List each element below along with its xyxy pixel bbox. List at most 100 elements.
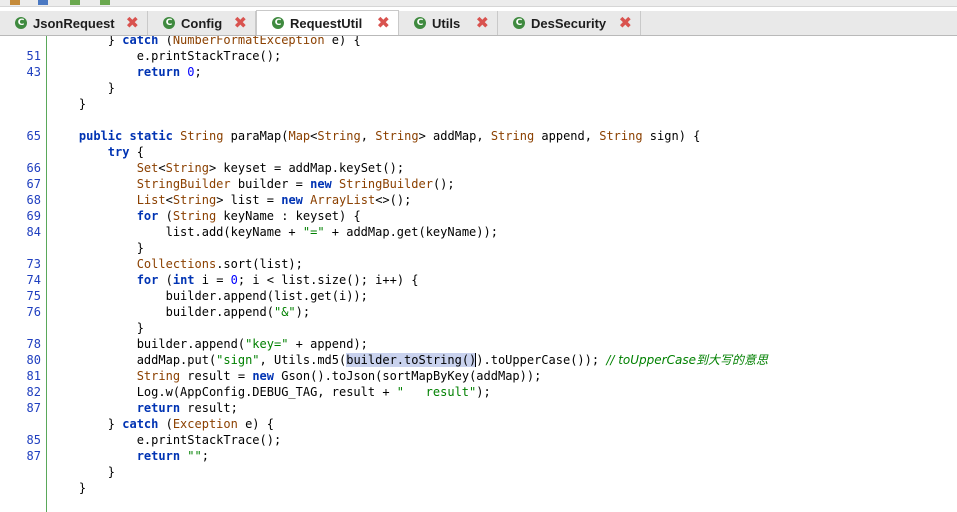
class-icon: C [163,17,175,29]
line-number: 82 [26,385,41,399]
code-editor[interactable]: } catch (NumberFormatException e) {51 e.… [0,36,957,512]
code-text[interactable]: builder.append(list.get(i)); [50,288,368,304]
line-number: 87 [26,449,41,463]
class-icon: C [414,17,426,29]
close-icon[interactable]: ✖ [619,15,632,31]
line-number: 74 [26,273,41,287]
code-text[interactable]: StringBuilder builder = new StringBuilde… [50,176,455,192]
code-line[interactable]: 43 return 0; [0,64,957,80]
code-line[interactable]: 66 Set<String> keyset = addMap.keySet(); [0,160,957,176]
code-line[interactable]: } catch (NumberFormatException e) { [0,36,957,48]
line-number: 67 [26,177,41,191]
code-text[interactable]: } [50,240,144,256]
line-number: 75 [26,289,41,303]
code-text[interactable]: e.printStackTrace(); [50,48,282,64]
code-text[interactable]: return result; [50,400,238,416]
code-line[interactable]: 76 builder.append("&"); [0,304,957,320]
line-number: 65 [26,129,41,143]
code-line[interactable]: 78 builder.append("key=" + append); [0,336,957,352]
code-text[interactable]: return ""; [50,448,209,464]
code-line[interactable]: 81 String result = new Gson().toJson(sor… [0,368,957,384]
code-line[interactable]: } [0,80,957,96]
code-text[interactable]: list.add(keyName + "=" + addMap.get(keyN… [50,224,498,240]
code-line[interactable]: 80 addMap.put("sign", Utils.md5(builder.… [0,352,957,368]
code-line[interactable]: } [0,96,957,112]
line-number: 73 [26,257,41,271]
code-text[interactable]: } [50,480,86,496]
tab-requestutil[interactable]: C RequestUtil ✖ [256,10,399,35]
code-line[interactable]: 75 builder.append(list.get(i)); [0,288,957,304]
code-line[interactable]: 73 Collections.sort(list); [0,256,957,272]
code-text[interactable]: } catch (Exception e) { [50,416,274,432]
code-line[interactable]: 65 public static String paraMap(Map<Stri… [0,128,957,144]
code-text[interactable]: } [50,96,86,112]
code-line[interactable]: } [0,464,957,480]
line-number: 43 [26,65,41,79]
tab-label: JsonRequest [33,15,115,31]
code-text[interactable]: public static String paraMap(Map<String,… [50,128,700,144]
code-line[interactable]: } [0,480,957,496]
line-number: 78 [26,337,41,351]
code-line[interactable]: 84 list.add(keyName + "=" + addMap.get(k… [0,224,957,240]
code-line[interactable]: } [0,240,957,256]
code-line[interactable]: 67 StringBuilder builder = new StringBui… [0,176,957,192]
code-text[interactable]: Collections.sort(list); [50,256,303,272]
tab-label: Utils [432,15,461,31]
toolbar-icon[interactable] [100,0,110,5]
line-number: 80 [26,353,41,367]
code-text[interactable]: } [50,464,115,480]
code-line[interactable]: 87 return result; [0,400,957,416]
class-icon: C [272,17,284,29]
code-text[interactable]: } [50,320,144,336]
code-line[interactable]: 69 for (String keyName : keyset) { [0,208,957,224]
code-text[interactable]: builder.append("&"); [50,304,311,320]
code-text[interactable]: Set<String> keyset = addMap.keySet(); [50,160,404,176]
code-text[interactable]: return 0; [50,64,202,80]
class-icon: C [513,17,525,29]
code-line[interactable]: } catch (Exception e) { [0,416,957,432]
tab-dessecurity[interactable]: C DesSecurity ✖ [498,11,641,35]
tab-label: DesSecurity [531,15,607,31]
code-text[interactable]: String result = new Gson().toJson(sortMa… [50,368,542,384]
close-icon[interactable]: ✖ [234,15,247,31]
close-icon[interactable]: ✖ [377,15,390,31]
tab-label: RequestUtil [290,15,363,31]
code-line[interactable]: 87 return ""; [0,448,957,464]
line-number: 84 [26,225,41,239]
code-line[interactable] [0,112,957,128]
code-text[interactable]: Log.w(AppConfig.DEBUG_TAG, result + " re… [50,384,491,400]
tab-label: Config [181,15,223,31]
code-text[interactable]: for (int i = 0; i < list.size(); i++) { [50,272,419,288]
code-line[interactable]: 74 for (int i = 0; i < list.size(); i++)… [0,272,957,288]
close-icon[interactable]: ✖ [476,15,489,31]
code-line[interactable]: 68 List<String> list = new ArrayList<>()… [0,192,957,208]
tab-config[interactable]: C Config ✖ [148,11,256,35]
tab-utils[interactable]: C Utils ✖ [399,11,498,35]
line-number: 81 [26,369,41,383]
code-text[interactable]: try { [50,144,144,160]
code-line[interactable] [0,496,957,512]
toolbar-icon[interactable] [10,0,20,5]
code-text[interactable]: } catch (NumberFormatException e) { [50,36,361,48]
code-text[interactable]: for (String keyName : keyset) { [50,208,361,224]
code-text[interactable]: addMap.put("sign", Utils.md5(builder.toS… [50,352,768,368]
code-text[interactable]: builder.append("key=" + append); [50,336,368,352]
code-text[interactable]: e.printStackTrace(); [50,432,282,448]
code-line[interactable]: try { [0,144,957,160]
code-line[interactable]: 51 e.printStackTrace(); [0,48,957,64]
line-number: 66 [26,161,41,175]
code-line[interactable]: 85 e.printStackTrace(); [0,432,957,448]
toolbar-icon[interactable] [38,0,48,5]
selected-text: builder.toString() [346,353,477,367]
tab-jsonrequest[interactable]: C JsonRequest ✖ [0,11,148,35]
code-text[interactable]: } [50,80,115,96]
close-icon[interactable]: ✖ [126,15,139,31]
line-number: 85 [26,433,41,447]
toolbar-strip [0,0,957,7]
line-number: 87 [26,401,41,415]
code-line[interactable]: 82 Log.w(AppConfig.DEBUG_TAG, result + "… [0,384,957,400]
line-number: 76 [26,305,41,319]
toolbar-icon[interactable] [70,0,80,5]
code-text[interactable]: List<String> list = new ArrayList<>(); [50,192,412,208]
code-line[interactable]: } [0,320,957,336]
